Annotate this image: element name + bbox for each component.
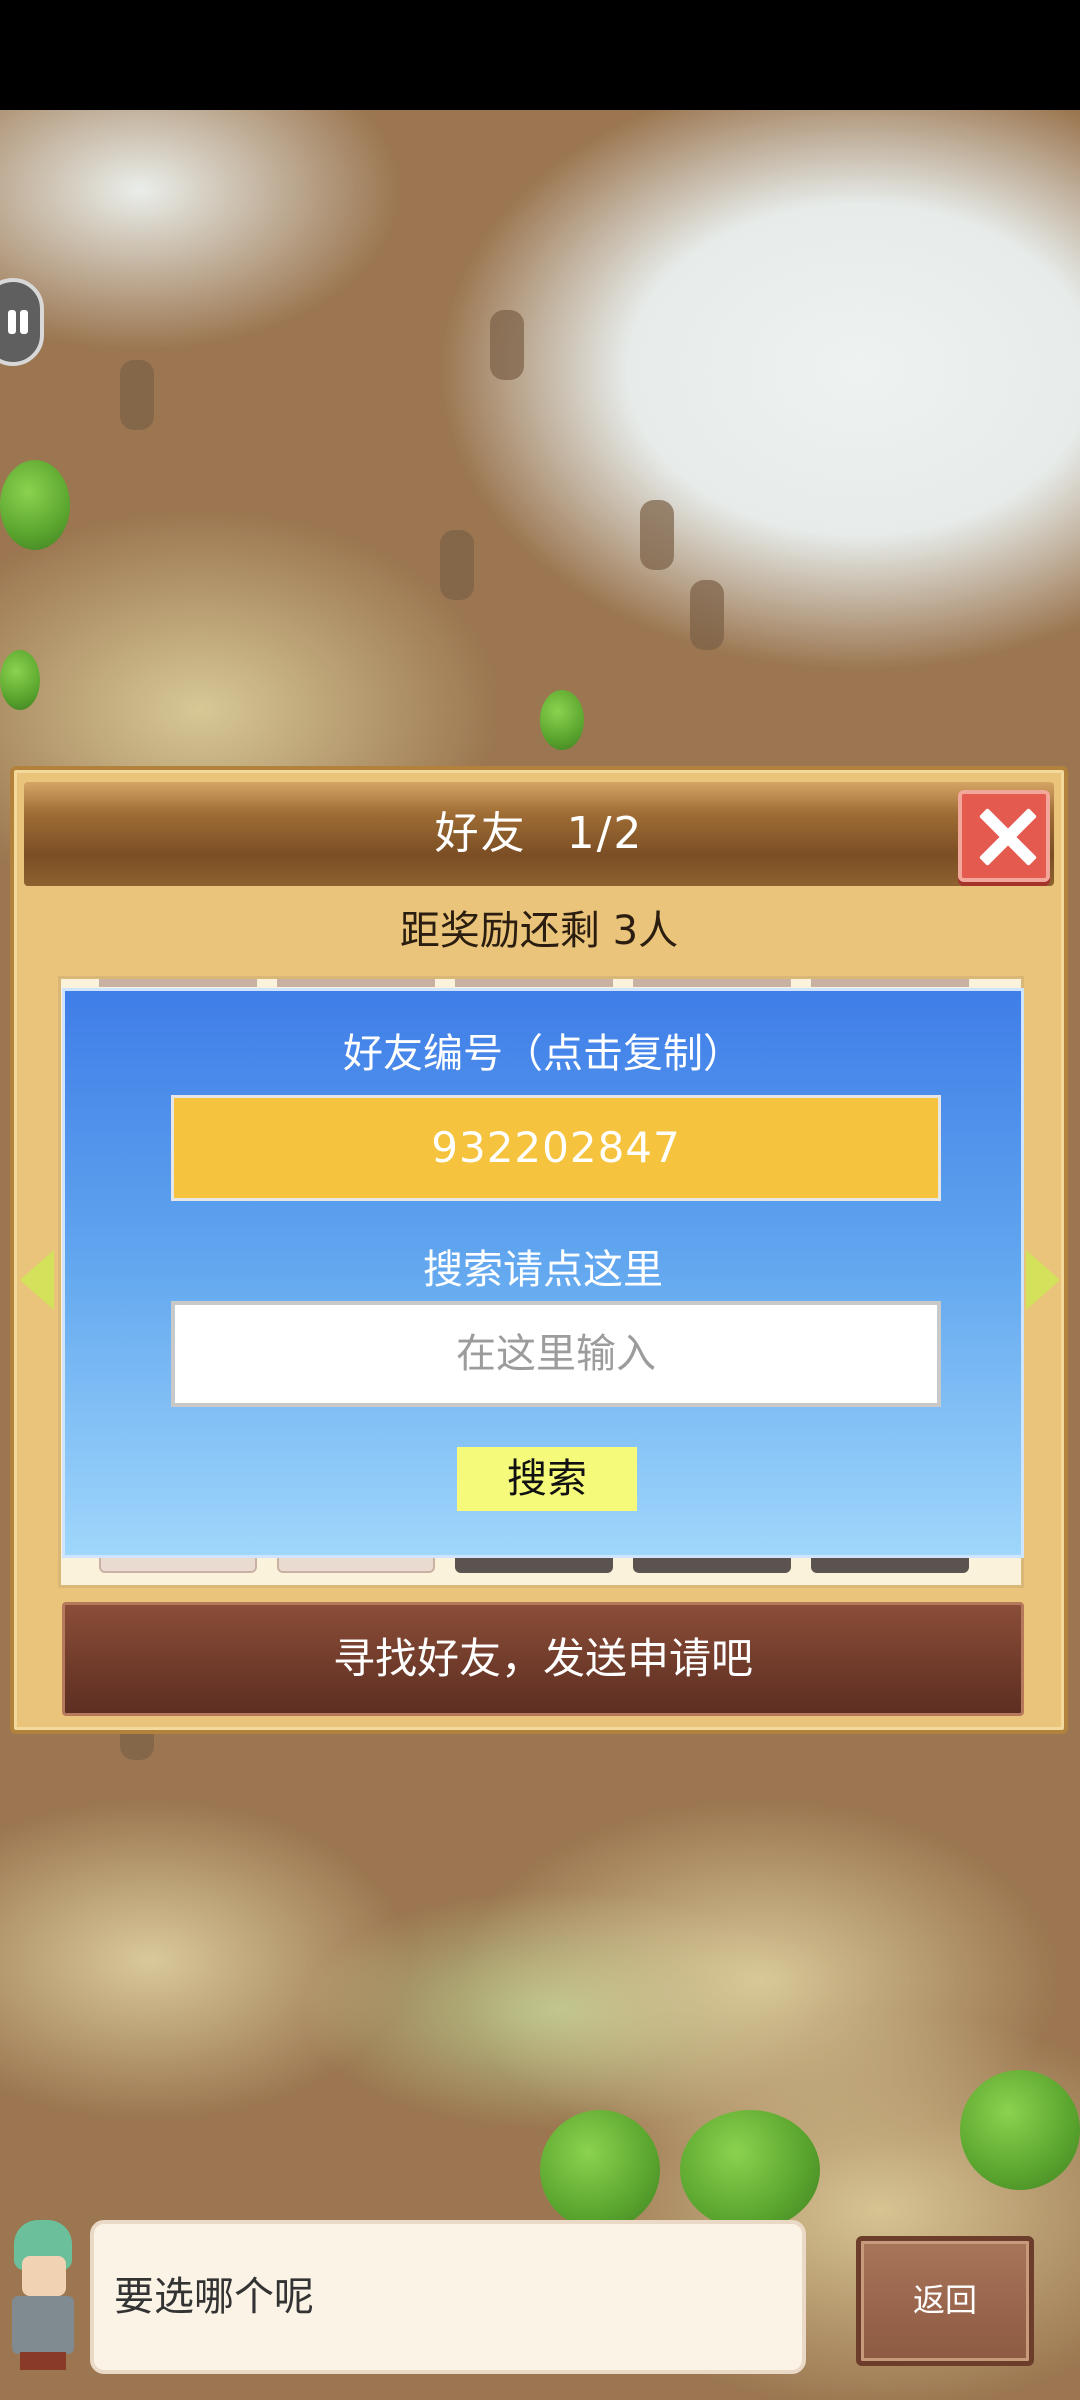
dialog-page-indicator: 1/2 — [566, 808, 644, 859]
search-label: 搜索请点这里 — [423, 1247, 663, 1293]
friend-id-copy-box[interactable]: 932202847 — [171, 1095, 941, 1201]
close-icon[interactable] — [958, 790, 1050, 882]
pause-icon[interactable] — [0, 278, 44, 366]
friends-dialog: 好友 1/2 距奖励还剩 3人 好友编号（点击复制） 932202847 搜索请点… — [10, 766, 1068, 1734]
friend-search-input[interactable] — [171, 1301, 941, 1407]
status-bar — [0, 0, 1080, 110]
arrow-left-icon[interactable] — [20, 1250, 54, 1310]
find-friends-button[interactable]: 寻找好友，发送申请吧 — [62, 1602, 1024, 1716]
avatar — [0, 2220, 90, 2370]
search-button[interactable]: 搜索 — [457, 1447, 637, 1511]
dialog-title: 好友 1/2 — [24, 782, 1054, 886]
arrow-right-icon[interactable] — [1026, 1250, 1060, 1310]
friend-id-label: 好友编号（点击复制） — [343, 1031, 743, 1077]
speech-bubble: 要选哪个呢 — [90, 2220, 806, 2374]
friend-id-panel: 好友编号（点击复制） 932202847 搜索请点这里 搜索 — [62, 988, 1024, 1558]
dialog-title-text: 好友 — [434, 808, 527, 859]
reward-remaining-text: 距奖励还剩 3人 — [399, 908, 679, 954]
dialog-header: 好友 1/2 — [24, 782, 1054, 886]
back-button[interactable]: 返回 — [856, 2236, 1034, 2366]
